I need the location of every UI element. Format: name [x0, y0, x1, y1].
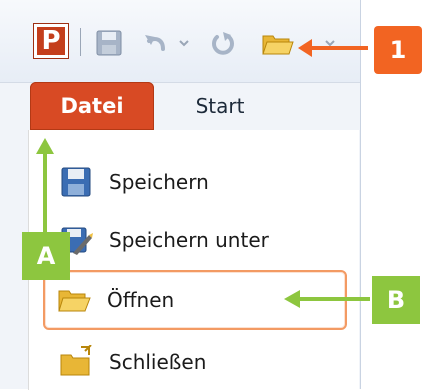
arrow-a-head — [36, 138, 54, 154]
callout-1: 1 — [374, 26, 422, 74]
arrow-1-head — [298, 39, 312, 57]
callout-a: A — [22, 232, 70, 280]
arrow-b-head — [284, 290, 300, 308]
callout-b: B — [372, 276, 420, 324]
annotation-arrows — [36, 39, 370, 308]
